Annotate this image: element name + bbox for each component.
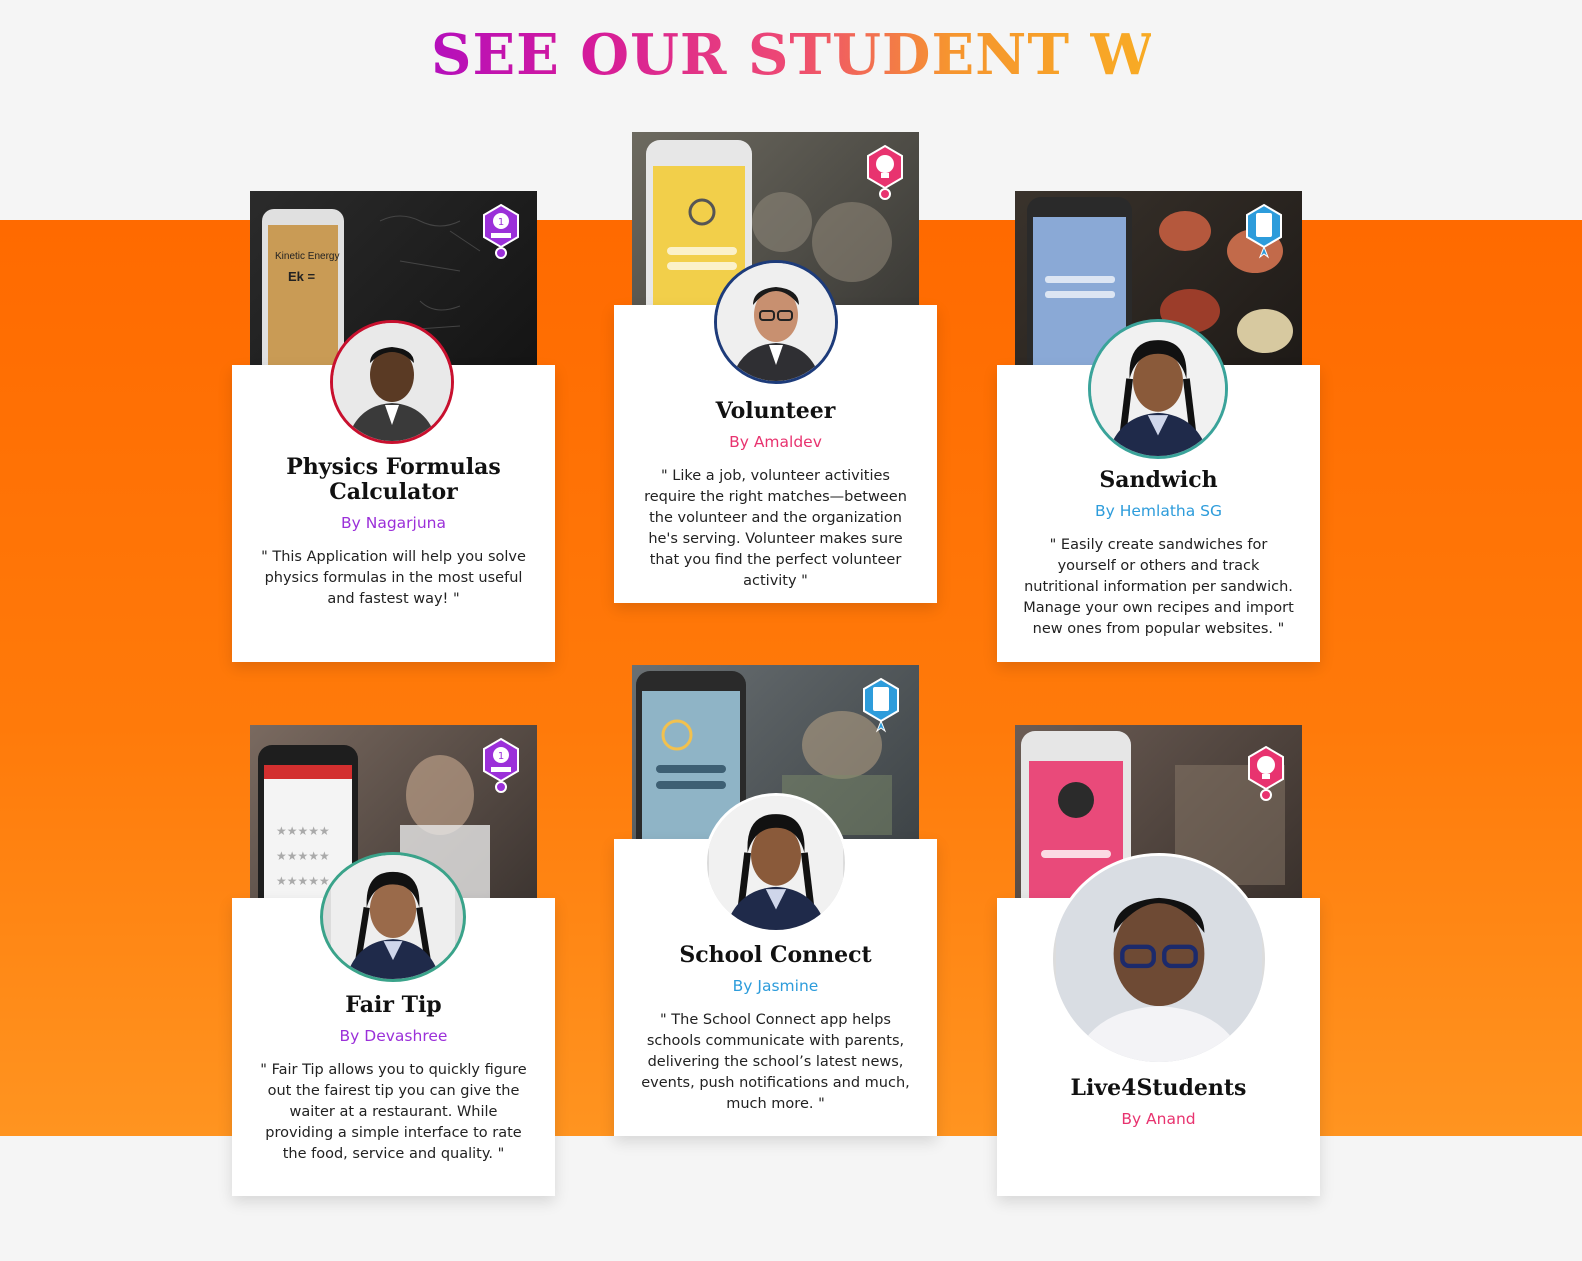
svg-text:★★★★★: ★★★★★	[276, 824, 330, 838]
project-author: By Jasmine	[732, 977, 819, 995]
avatar	[714, 260, 838, 384]
project-description: " This Application will help you solve p…	[261, 549, 526, 607]
lightbulb-badge-icon	[864, 144, 906, 200]
page-title: SEE OUR STUDENT WORK	[431, 22, 1302, 88]
project-title: Sandwich	[1099, 467, 1218, 493]
project-title: Volunteer	[715, 398, 836, 424]
avatar	[704, 793, 848, 933]
project-author: By Hemlatha SG	[1094, 502, 1222, 520]
project-author: By Devashree	[339, 1027, 448, 1045]
lightbulb-badge-icon	[1245, 745, 1287, 801]
project-description: " Easily create sandwiches for yourself …	[1023, 537, 1294, 637]
project-description: " Fair Tip allows you to quickly figure …	[260, 1062, 527, 1162]
trophy-badge-icon: 1	[480, 737, 522, 793]
svg-text:1: 1	[498, 751, 504, 762]
project-title: Live4Students	[1070, 1075, 1247, 1101]
avatar	[320, 852, 466, 982]
avatar	[1050, 853, 1268, 1065]
svg-text:★★★★★: ★★★★★	[276, 874, 330, 888]
project-description: " Like a job, volunteer activities requi…	[644, 468, 907, 589]
trophy-badge-icon: 1	[480, 203, 522, 259]
project-author: By Anand	[1121, 1110, 1196, 1128]
svg-text:★★★★★: ★★★★★	[276, 849, 330, 863]
mobile-code-badge-icon	[860, 677, 902, 733]
project-description: " The School Connect app helps schools c…	[641, 1012, 910, 1112]
project-author: By Amaldev	[729, 433, 822, 451]
mobile-code-badge-icon	[1243, 203, 1285, 259]
svg-text:1: 1	[498, 217, 504, 228]
project-title: Physics Formulas Calculator	[286, 454, 501, 505]
screen-formula: Ek =	[288, 269, 316, 284]
project-title: Fair Tip	[345, 992, 442, 1018]
avatar	[330, 320, 454, 444]
project-title: School Connect	[679, 942, 872, 968]
avatar	[1088, 319, 1228, 459]
screen-label: Kinetic Energy	[275, 251, 340, 262]
project-author: By Nagarjuna	[341, 514, 446, 532]
